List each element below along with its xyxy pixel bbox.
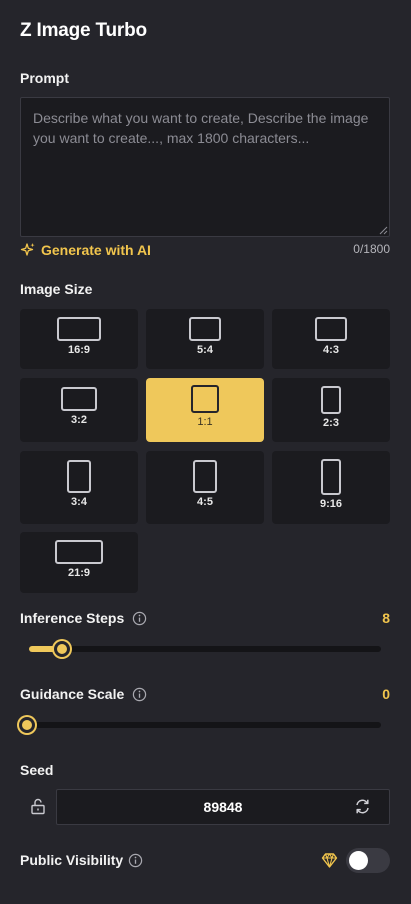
image-size-label: Image Size (20, 281, 93, 297)
public-visibility-label: Public Visibility (20, 852, 124, 868)
ratio-3-4-icon (67, 460, 91, 493)
size-option-9-16[interactable]: 9:16 (272, 451, 390, 524)
info-icon[interactable] (128, 853, 143, 868)
ratio-21-9-icon (55, 540, 103, 564)
guidance-scale-slider[interactable] (29, 722, 381, 728)
size-option-label: 3:4 (71, 496, 87, 508)
ratio-2-3-icon (321, 386, 341, 414)
size-option-label: 21:9 (67, 567, 91, 579)
size-option-3-4[interactable]: 3:4 (20, 451, 138, 524)
public-visibility-toggle[interactable] (346, 848, 390, 873)
inference-steps-label: Inference Steps (20, 610, 125, 626)
ratio-4-5-icon (193, 460, 217, 493)
prompt-label: Prompt (20, 70, 69, 86)
public-visibility-row: Public Visibility (20, 852, 143, 868)
diamond-premium-icon (321, 853, 338, 868)
generate-with-ai-button[interactable]: Generate with AI (20, 242, 151, 258)
size-option-16-9[interactable]: 16:9 (20, 309, 138, 369)
prompt-input[interactable] (20, 97, 390, 237)
guidance-scale-row: Guidance Scale (20, 686, 147, 702)
ratio-4-3-icon (315, 317, 347, 341)
info-icon[interactable] (132, 611, 147, 626)
character-count: 0/1800 (353, 242, 390, 256)
size-option-label: 1:1 (197, 416, 213, 428)
size-option-label: 4:5 (197, 496, 213, 508)
size-option-label: 2:3 (323, 417, 339, 429)
inference-steps-thumb[interactable] (54, 641, 70, 657)
size-option-3-2[interactable]: 3:2 (20, 378, 138, 442)
guidance-scale-value: 0 (382, 686, 390, 702)
ratio-9-16-icon (321, 459, 341, 495)
seed-value: 89848 (203, 799, 243, 815)
size-option-1-1[interactable]: 1:1 (146, 378, 264, 442)
guidance-scale-thumb[interactable] (19, 717, 35, 733)
seed-input[interactable]: 89848 (56, 789, 390, 825)
seed-label: Seed (20, 762, 54, 778)
size-option-2-3[interactable]: 2:3 (272, 378, 390, 442)
inference-steps-row: Inference Steps (20, 610, 147, 626)
size-option-21-9[interactable]: 21:9 (20, 532, 138, 593)
toggle-knob (349, 851, 368, 870)
size-option-label: 4:3 (323, 344, 339, 356)
info-icon[interactable] (132, 687, 147, 702)
guidance-scale-label: Guidance Scale (20, 686, 125, 702)
size-option-label: 3:2 (71, 414, 87, 426)
size-option-label: 9:16 (319, 498, 343, 510)
page-title: Z Image Turbo (20, 20, 147, 41)
sparkle-icon (20, 243, 35, 256)
size-option-label: 5:4 (197, 344, 213, 356)
ratio-1-1-icon (191, 385, 219, 413)
generate-with-ai-label: Generate with AI (41, 242, 151, 258)
resize-grip-icon[interactable] (379, 226, 388, 235)
size-option-4-3[interactable]: 4:3 (272, 309, 390, 369)
inference-steps-slider[interactable] (29, 646, 381, 652)
unlock-icon[interactable] (30, 798, 46, 815)
size-option-4-5[interactable]: 4:5 (146, 451, 264, 524)
ratio-3-2-icon (61, 387, 97, 411)
ratio-5-4-icon (189, 317, 221, 341)
refresh-icon[interactable] (354, 798, 371, 815)
inference-steps-value: 8 (382, 610, 390, 626)
ratio-16-9-icon (57, 317, 101, 341)
size-option-5-4[interactable]: 5:4 (146, 309, 264, 369)
size-option-label: 16:9 (67, 344, 91, 356)
